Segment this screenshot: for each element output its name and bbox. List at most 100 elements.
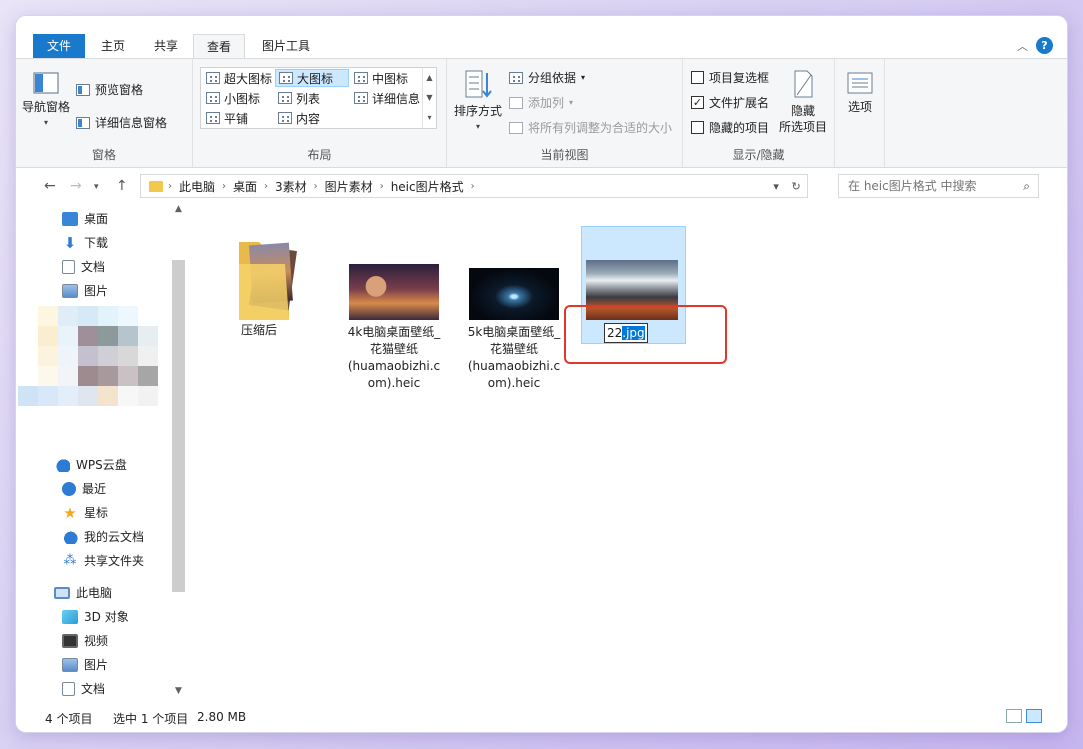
nav-item-this-pc[interactable]: 此电脑 bbox=[54, 584, 112, 601]
sort-by-label: 排序方式 bbox=[453, 104, 502, 118]
breadcrumb-separator-icon[interactable]: › bbox=[471, 181, 475, 192]
nav-item-label: 下载 bbox=[84, 236, 109, 250]
file-item-4k-heic[interactable]: 4k电脑桌面壁纸_ 花猫壁纸 (huamaobizhi.c om).heic bbox=[342, 234, 446, 392]
nav-item-starred[interactable]: ★ 星标 bbox=[62, 504, 108, 521]
search-box[interactable]: ⌕ bbox=[838, 174, 1039, 198]
nav-pane-scrollbar[interactable]: ▲ ▼ bbox=[171, 202, 186, 702]
nav-item-pictures[interactable]: 图片 📌︎ bbox=[62, 282, 108, 299]
file-item-5k-heic[interactable]: 5k电脑桌面壁纸_ 花猫壁纸 (huamaobizhi.c om).heic bbox=[462, 234, 566, 392]
file-name-line: 5k电脑桌面壁纸_ bbox=[467, 325, 561, 339]
tab-share[interactable]: 共享 bbox=[144, 34, 188, 58]
file-extensions-toggle[interactable]: ✓ 文件扩展名 bbox=[691, 94, 769, 111]
layout-list[interactable]: 列表 bbox=[275, 89, 323, 107]
item-checkboxes-toggle[interactable]: 项目复选框 bbox=[691, 69, 769, 86]
document-icon bbox=[62, 681, 75, 696]
fit-columns-icon bbox=[509, 121, 523, 134]
file-name-line: 花猫壁纸 bbox=[489, 342, 538, 356]
up-arrow-icon[interactable]: ↑ bbox=[116, 178, 128, 194]
breadcrumb-3-materials[interactable]: 3素材 bbox=[268, 178, 314, 195]
nav-item-downloads[interactable]: ⬇ 下载 📌︎ bbox=[62, 234, 108, 251]
nav-item-wps-cloud[interactable]: WPS云盘 bbox=[54, 456, 127, 473]
picture-icon bbox=[62, 657, 78, 672]
nav-item-label: 图片 bbox=[84, 658, 109, 672]
layout-tiles[interactable]: 平铺 bbox=[203, 109, 251, 127]
layout-item-label: 列表 bbox=[296, 91, 321, 106]
item-checkboxes-checkbox[interactable] bbox=[691, 71, 704, 84]
help-icon[interactable]: ? bbox=[1036, 37, 1053, 54]
forward-arrow-icon[interactable]: → bbox=[70, 178, 82, 194]
nav-item-label: 文档 bbox=[81, 260, 106, 274]
clock-icon bbox=[62, 481, 76, 496]
ribbon: 导航窗格 ▾ 预览窗格 详细信息窗格 窗格 布局 超大图标 大图标 中图标 小图… bbox=[16, 58, 1067, 168]
layout-gallery-scroll[interactable]: ▲ ▼ ▾ bbox=[422, 68, 436, 128]
breadcrumb-heic-format[interactable]: heic图片格式 bbox=[384, 178, 471, 195]
nav-item-label: 此电脑 bbox=[76, 586, 113, 600]
nav-item-shared-folder[interactable]: ⁂ 共享文件夹 bbox=[62, 552, 145, 569]
layout-medium-icons[interactable]: 中图标 bbox=[351, 69, 411, 87]
tab-picture-tools[interactable]: 图片工具 bbox=[251, 34, 321, 58]
add-columns-button[interactable]: 添加列 ▾ bbox=[509, 94, 573, 111]
file-item-folder[interactable]: 压缩后 bbox=[207, 234, 311, 339]
nav-item-label: 3D 对象 bbox=[84, 610, 129, 624]
item-count: 4 个项目 bbox=[45, 712, 93, 726]
collapse-ribbon-icon[interactable]: ︿ bbox=[1017, 38, 1028, 54]
sort-by-button[interactable]: 排序方式 ▾ bbox=[453, 69, 503, 135]
hidden-items-checkbox[interactable] bbox=[691, 121, 704, 134]
cube-icon bbox=[62, 609, 78, 624]
nav-item-my-cloud-docs[interactable]: 我的云文档 bbox=[62, 528, 144, 545]
nav-pane-scroll-thumb[interactable] bbox=[172, 260, 185, 592]
breadcrumb-picture-materials[interactable]: 图片素材 bbox=[318, 178, 380, 195]
breadcrumb-desktop[interactable]: 桌面 bbox=[226, 178, 264, 195]
hidden-items-toggle[interactable]: 隐藏的项目 bbox=[691, 119, 769, 136]
nav-item-documents-pc[interactable]: 文档 bbox=[62, 680, 105, 697]
layout-small-icons[interactable]: 小图标 bbox=[203, 89, 263, 107]
tab-file[interactable]: 文件 bbox=[33, 34, 85, 58]
nav-item-videos[interactable]: 视频 bbox=[62, 632, 108, 649]
scroll-up-icon[interactable]: ▲ bbox=[171, 204, 186, 214]
address-row: ← → ▾ ↑ › 此电脑 › 桌面 › 3素材 › 图片素材 › heic图片… bbox=[16, 170, 1067, 202]
back-arrow-icon[interactable]: ← bbox=[44, 178, 56, 194]
hide-selected-button[interactable]: 隐藏 所选项目 bbox=[775, 69, 831, 135]
file-name-label: 压缩后 bbox=[240, 323, 277, 337]
scroll-down-icon[interactable]: ▼ bbox=[171, 686, 186, 696]
large-icons-view-toggle-icon[interactable] bbox=[1026, 709, 1042, 723]
details-view-toggle-icon[interactable] bbox=[1006, 709, 1022, 723]
layout-content[interactable]: 内容 bbox=[275, 109, 323, 127]
preview-pane-button[interactable]: 预览窗格 bbox=[76, 81, 143, 98]
refresh-icon[interactable]: ↻ bbox=[791, 180, 800, 193]
star-icon: ★ bbox=[63, 503, 77, 522]
navigation-pane: 桌面 📌︎ ⬇ 下载 📌︎ 文档 📌︎ 图片 📌︎ WPS bbox=[16, 202, 186, 702]
layout-item-label: 超大图标 bbox=[224, 71, 273, 86]
layout-extra-large-icons[interactable]: 超大图标 bbox=[203, 69, 275, 87]
nav-pane-icon bbox=[33, 72, 59, 94]
file-name-line: om).heic bbox=[487, 376, 541, 390]
chevron-down-icon: ▾ bbox=[43, 118, 48, 127]
nav-item-recent[interactable]: 最近 bbox=[62, 480, 106, 497]
selection-size: 2.80 MB bbox=[197, 710, 247, 724]
address-bar[interactable]: › 此电脑 › 桌面 › 3素材 › 图片素材 › heic图片格式 › ▾ ↻ bbox=[140, 174, 808, 198]
file-extensions-label: 文件扩展名 bbox=[709, 96, 770, 110]
tab-view[interactable]: 查看 bbox=[193, 34, 245, 59]
tab-home[interactable]: 主页 bbox=[91, 34, 135, 58]
options-button[interactable]: 选项 bbox=[841, 71, 879, 115]
layout-details[interactable]: 详细信息 bbox=[351, 89, 423, 107]
address-dropdown-icon[interactable]: ▾ bbox=[773, 180, 779, 193]
panes-group: 导航窗格 ▾ 预览窗格 详细信息窗格 窗格 bbox=[16, 59, 193, 167]
nav-item-desktop[interactable]: 桌面 📌︎ bbox=[62, 210, 108, 227]
search-icon[interactable]: ⌕ bbox=[1023, 179, 1030, 194]
file-extensions-checkbox[interactable]: ✓ bbox=[691, 96, 704, 109]
nav-item-documents[interactable]: 文档 📌︎ bbox=[62, 258, 105, 275]
breadcrumb-this-pc[interactable]: 此电脑 bbox=[172, 178, 222, 195]
group-by-button[interactable]: 分组依据 ▾ bbox=[509, 69, 585, 86]
details-pane-button[interactable]: 详细信息窗格 bbox=[76, 114, 167, 131]
layout-large-icons[interactable]: 大图标 bbox=[275, 69, 349, 87]
nav-pane-button[interactable]: 导航窗格 ▾ bbox=[20, 71, 72, 131]
search-input[interactable] bbox=[848, 179, 1013, 193]
fit-columns-button[interactable]: 将所有列调整为合适的大小 bbox=[509, 119, 672, 136]
nav-item-3d-objects[interactable]: 3D 对象 bbox=[62, 608, 129, 625]
nav-item-pictures-pc[interactable]: 图片 bbox=[62, 656, 108, 673]
recent-locations-chevron-icon[interactable]: ▾ bbox=[94, 182, 99, 192]
obscured-region bbox=[18, 306, 178, 422]
current-view-group-label: 当前视图 bbox=[540, 148, 589, 162]
add-columns-icon bbox=[509, 96, 523, 109]
